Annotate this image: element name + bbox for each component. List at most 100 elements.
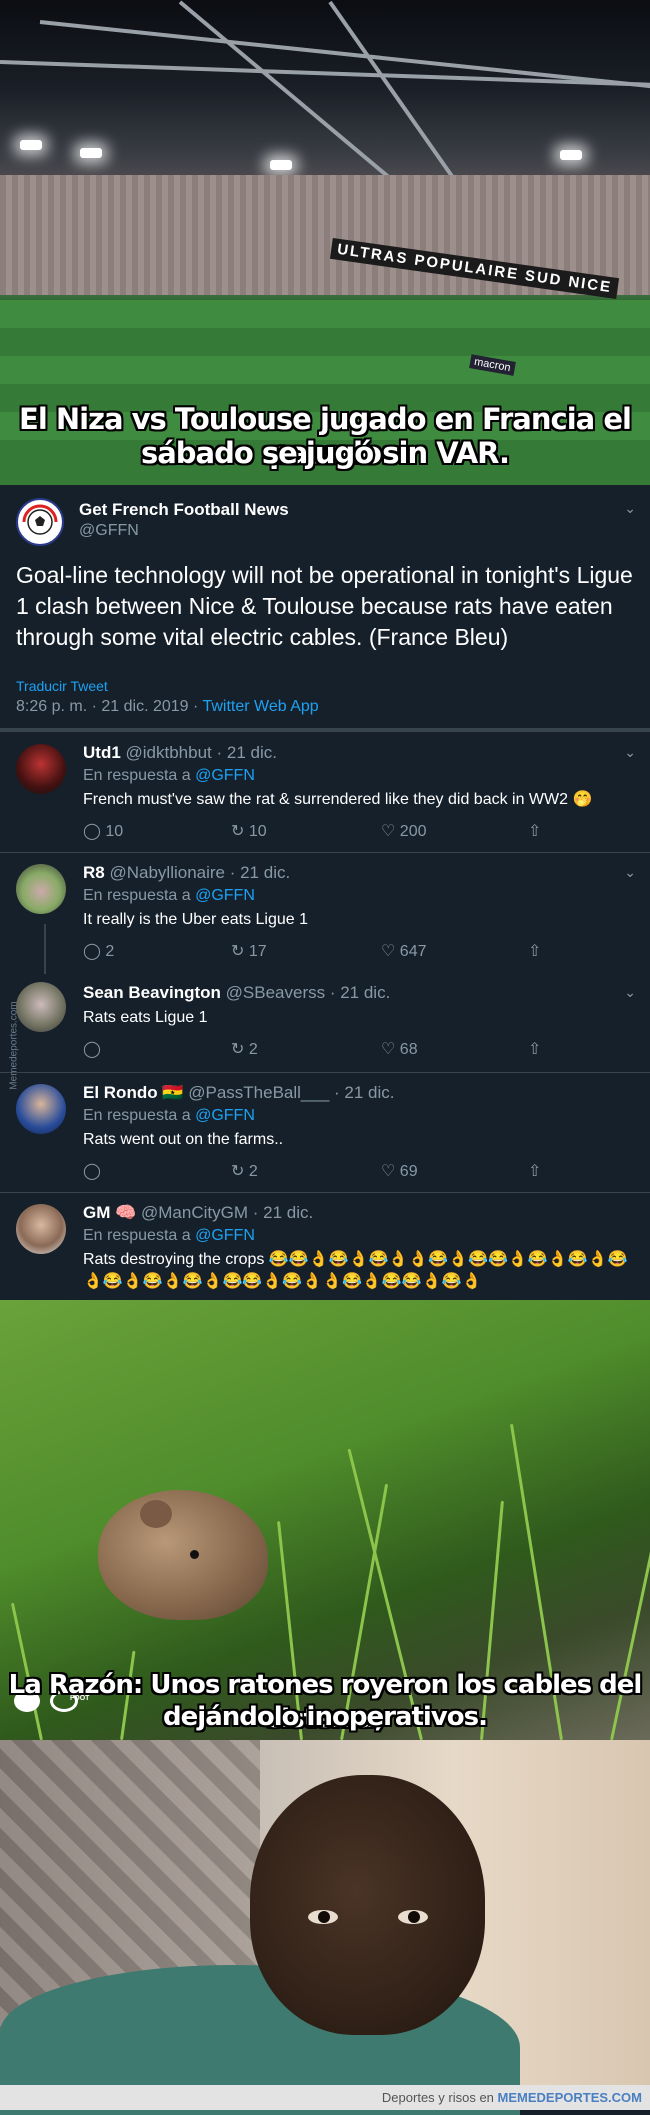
like-button[interactable]: ♡ 647 xyxy=(381,941,427,961)
mouse xyxy=(98,1490,268,1620)
reply-to-prefix: En respuesta a xyxy=(83,1107,196,1124)
floodlight xyxy=(80,148,102,158)
like-count: 68 xyxy=(399,1041,418,1058)
avatar[interactable] xyxy=(16,744,66,794)
reply-item[interactable]: Sean Beavington @SBeaverss · 21 dic. ⌄ R… xyxy=(0,972,650,1073)
retweet-button[interactable]: ↻ 10 xyxy=(231,821,267,841)
reply-author-name[interactable]: R8 xyxy=(83,863,105,882)
reply-text: Rats destroying the crops 😂😂👌😂👌😂👌👌😂👌😂😂👌😂… xyxy=(83,1251,628,1290)
comment-button[interactable]: ◯ 10 xyxy=(83,821,123,841)
retweet-count: 17 xyxy=(248,943,267,960)
share-icon: ⇧ xyxy=(528,1041,542,1058)
like-button[interactable]: ♡ 200 xyxy=(381,821,427,841)
kid-eye xyxy=(398,1910,428,1924)
replies-list: Utd1 @idktbhbut · 21 dic. ⌄ En respuesta… xyxy=(0,728,650,1300)
retweet-button[interactable]: ↻ 2 xyxy=(231,1039,258,1059)
tweet-time: 8:26 p. m. · 21 dic. 2019 · xyxy=(16,698,203,715)
heart-icon: ♡ xyxy=(381,1041,396,1058)
kid-face xyxy=(250,1775,485,2035)
footer-prefix: Deportes y risos en xyxy=(381,2090,498,2105)
reply-author-handle[interactable]: @PassTheBall___ · 21 dic. xyxy=(188,1083,394,1102)
avatar[interactable] xyxy=(16,1084,66,1134)
avatar[interactable] xyxy=(16,864,66,914)
heart-icon: ♡ xyxy=(381,943,396,960)
pitch-stripe xyxy=(0,356,650,384)
reply-to-link[interactable]: @GFFN xyxy=(195,887,255,904)
like-count: 69 xyxy=(399,1163,418,1180)
like-button[interactable]: ♡ 69 xyxy=(381,1161,418,1181)
reply-text: It really is the Uber eats Ligue 1 xyxy=(83,911,309,928)
retweet-count: 10 xyxy=(248,823,267,840)
mouse-caption-line2: dejándolo inoperativos. xyxy=(163,1702,488,1732)
share-button[interactable]: ⇧ xyxy=(528,941,541,961)
pitch-stripe xyxy=(0,328,650,356)
heart-icon: ♡ xyxy=(381,1163,396,1180)
footer-site-link[interactable]: MEMEDEPORTES.COM xyxy=(498,2090,642,2105)
chevron-down-icon[interactable]: ⌄ xyxy=(624,500,636,517)
like-count: 647 xyxy=(399,943,427,960)
share-button[interactable]: ⇧ xyxy=(528,821,541,841)
share-button[interactable]: ⇧ xyxy=(528,1039,541,1059)
translate-tweet-link[interactable]: Traducir Tweet xyxy=(16,678,108,694)
tweet-source-link[interactable]: Twitter Web App xyxy=(202,698,318,715)
reply-item[interactable]: R8 @Nabyllionaire · 21 dic. ⌄ En respues… xyxy=(0,852,650,972)
reply-author-handle[interactable]: @ManCityGM · 21 dic. xyxy=(141,1203,313,1222)
reply-author-name[interactable]: El Rondo 🇬🇭 xyxy=(83,1083,184,1102)
floodlight xyxy=(560,150,582,160)
like-button[interactable]: ♡ 68 xyxy=(381,1039,418,1059)
chevron-down-icon[interactable]: ⌄ xyxy=(624,744,636,761)
tweet-meta: 8:26 p. m. · 21 dic. 2019 · Twitter Web … xyxy=(16,698,319,716)
reply-to-link[interactable]: @GFFN xyxy=(195,1107,255,1124)
stadium-caption-line2: sábado se jugó sin VAR. xyxy=(140,436,510,470)
tweet-text: Goal-line technology will not be operati… xyxy=(16,562,633,650)
chevron-down-icon[interactable]: ⌄ xyxy=(624,984,636,1001)
reply-to-prefix: En respuesta a xyxy=(83,1227,196,1244)
retweet-count: 2 xyxy=(248,1041,258,1058)
reply-to-link[interactable]: @GFFN xyxy=(195,1227,255,1244)
retweet-icon: ↻ xyxy=(231,823,245,840)
comment-button[interactable]: ◯ 2 xyxy=(83,941,114,961)
comment-icon: ◯ xyxy=(83,1041,101,1058)
reply-text: Rats went out on the farms.. xyxy=(83,1131,284,1148)
share-icon: ⇧ xyxy=(528,1163,542,1180)
kid-eye xyxy=(308,1910,338,1924)
comment-button[interactable]: ◯ xyxy=(83,1161,101,1181)
reply-to-link[interactable]: @GFFN xyxy=(195,767,255,784)
mouse-ear xyxy=(140,1500,172,1528)
share-icon: ⇧ xyxy=(528,943,542,960)
retweet-count: 2 xyxy=(248,1163,258,1180)
share-icon: ⇧ xyxy=(528,823,542,840)
tweet-author-handle[interactable]: @GFFN xyxy=(79,522,139,540)
avatar[interactable] xyxy=(16,1204,66,1254)
avatar[interactable] xyxy=(16,982,66,1032)
comment-icon: ◯ xyxy=(83,823,101,840)
reply-item[interactable]: El Rondo 🇬🇭 @PassTheBall___ · 21 dic. En… xyxy=(0,1072,650,1193)
comment-icon: ◯ xyxy=(83,1163,101,1180)
stadium-photo: ULTRAS POPULAIRE SUD NICE macron El Niza… xyxy=(0,0,650,485)
comment-count: 2 xyxy=(105,943,115,960)
reply-to-prefix: En respuesta a xyxy=(83,767,196,784)
reply-author-handle[interactable]: @Nabyllionaire · 21 dic. xyxy=(109,863,290,882)
reply-author-name[interactable]: GM 🧠 xyxy=(83,1203,136,1222)
tweet-author-name[interactable]: Get French Football News xyxy=(79,500,289,520)
reply-item[interactable]: GM 🧠 @ManCityGM · 21 dic. En respuesta a… xyxy=(0,1192,650,1300)
share-button[interactable]: ⇧ xyxy=(528,1161,541,1181)
footer-bar: Deportes y risos en MEMEDEPORTES.COM xyxy=(0,2085,650,2110)
main-tweet: Get French Football News @GFFN ⌄ Goal-li… xyxy=(0,485,650,728)
floodlight xyxy=(20,140,42,150)
mouse-eye xyxy=(190,1550,199,1559)
thread-line xyxy=(44,924,46,974)
reply-author-name[interactable]: Utd1 xyxy=(83,743,121,762)
heart-icon: ♡ xyxy=(381,823,396,840)
comment-button[interactable]: ◯ xyxy=(83,1039,101,1059)
gffn-avatar[interactable] xyxy=(16,498,64,546)
chevron-down-icon[interactable]: ⌄ xyxy=(624,864,636,881)
reply-author-handle[interactable]: @SBeaverss · 21 dic. xyxy=(226,983,391,1002)
retweet-icon: ↻ xyxy=(231,1041,245,1058)
reply-item[interactable]: Utd1 @idktbhbut · 21 dic. ⌄ En respuesta… xyxy=(0,732,650,853)
retweet-button[interactable]: ↻ 2 xyxy=(231,1161,258,1181)
reply-author-name[interactable]: Sean Beavington xyxy=(83,983,221,1002)
retweet-button[interactable]: ↻ 17 xyxy=(231,941,267,961)
reply-author-handle[interactable]: @idktbhbut · 21 dic. xyxy=(126,743,277,762)
side-watermark: Memedeportes.com xyxy=(8,1001,20,1090)
